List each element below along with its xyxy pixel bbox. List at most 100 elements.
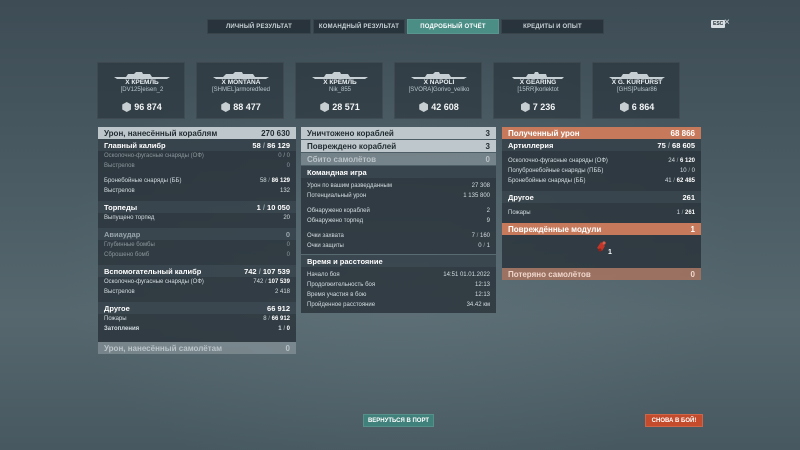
secondary-he-row: Осколочно-фугасные снаряды (ОФ) 742 / 10… xyxy=(98,277,296,287)
damaged-modules-value: 1 xyxy=(690,224,695,234)
ship-name: X G. KURFÜRST xyxy=(611,79,663,86)
secondary-damage: 107 539 xyxy=(262,266,290,276)
player-name: [SVORA]Gorivo_veliko xyxy=(408,87,470,93)
recv-other-row: Другое 261 xyxy=(502,191,701,203)
rank-medal-icon xyxy=(419,102,429,112)
secondary-battery-row: Вспомогательный калибр 742 / 107 539 xyxy=(98,265,296,277)
artillery-label: Артиллерия xyxy=(508,140,554,150)
ships-damaged-label: Повреждено кораблей xyxy=(307,141,397,151)
battle-duration-value: 12:13 xyxy=(474,282,490,288)
ship-damage: 28 571 xyxy=(332,102,360,112)
player-name: [15RR]korlektot xyxy=(517,87,559,93)
main-ap-hits: 58 xyxy=(259,178,267,184)
damage-dealt-panel: Урон, нанесённый кораблям 270 630 Главны… xyxy=(98,127,296,354)
planes-lost-value: 0 xyxy=(690,269,695,279)
damage-received-header: Полученный урон 68 866 xyxy=(502,127,701,139)
recv-sap-hits: 10 xyxy=(679,168,687,174)
rank-medal-icon xyxy=(221,102,231,112)
depth-charges-row: Глубинные бомбы 0 xyxy=(98,240,296,250)
torpedo-row: Торпеды 1 / 10 050 xyxy=(98,201,296,213)
results-tabs: ЛИЧНЫЙ РЕЗУЛЬТАТ КОМАНДНЫЙ РЕЗУЛЬТАТ ПОД… xyxy=(207,19,604,34)
time-distance-header: Время и расстояние xyxy=(301,255,496,267)
planes-shot-value: 0 xyxy=(485,154,490,164)
main-battery-hits: 58 xyxy=(252,140,261,150)
capture-points-a: 7 xyxy=(471,233,475,239)
ships-damaged-header: Повреждено кораблей 3 xyxy=(301,140,496,152)
recv-fires-label: Пожары xyxy=(508,210,531,216)
tab-personal-result[interactable]: ЛИЧНЫЙ РЕЗУЛЬТАТ xyxy=(207,19,311,34)
damage-dealt-label: Урон, нанесённый кораблям xyxy=(104,128,218,138)
rank-medal-icon xyxy=(520,102,530,112)
flooding-icon xyxy=(597,241,606,252)
rank-medal-icon xyxy=(122,102,132,112)
main-ap-shots-label: Выстрелов xyxy=(104,188,135,194)
torpedo-launched-label: Выпущено торпед xyxy=(104,215,155,221)
main-ap-label: Бронебойные снаряды (ББ) xyxy=(104,178,182,184)
spotting-damage-value: 27 308 xyxy=(471,183,490,189)
ship-card[interactable]: X NAPOLI [SVORA]Gorivo_veliko 42 608 xyxy=(394,62,482,119)
secondary-he-damage: 107 539 xyxy=(268,279,290,285)
artillery-hits: 75 xyxy=(657,140,666,150)
ship-name: X GEARING xyxy=(519,79,557,86)
return-to-port-button[interactable]: ВЕРНУТЬСЯ В ПОРТ xyxy=(363,414,434,427)
close-icon[interactable]: × xyxy=(724,17,730,28)
potential-damage-row: Потенциальный урон 1 135 800 xyxy=(301,191,496,201)
depth-charges-value: 0 xyxy=(286,242,290,248)
bombs-dropped-label: Сброшено бомб xyxy=(104,252,150,258)
bombs-dropped-row: Сброшено бомб 0 xyxy=(98,250,296,260)
battle-again-button[interactable]: СНОВА В БОЙ! xyxy=(645,414,703,427)
ships-destroyed-header: Уничтожено кораблей 3 xyxy=(301,127,496,139)
tab-credits-xp[interactable]: КРЕДИТЫ И ОПЫТ xyxy=(501,19,604,34)
tab-detailed-report[interactable]: ПОДРОБНЫЙ ОТЧЁТ xyxy=(407,19,499,34)
secondary-shots-label: Выстрелов xyxy=(104,289,135,295)
secondary-he-hits: 742 xyxy=(253,279,264,285)
flooding-row: Затопления 1 / 0 xyxy=(98,324,296,334)
flooding-damage: 0 xyxy=(286,326,290,332)
main-he-damage: 0 xyxy=(286,153,290,159)
ship-card[interactable]: X MONTANA [SHMEL]armoredfeed 88 477 xyxy=(196,62,284,119)
ships-spotted-value: 2 xyxy=(486,208,490,214)
battle-start-row: Начало боя 14:51 01.01.2022 xyxy=(301,270,496,280)
other-label: Другое xyxy=(104,303,130,313)
secondary-he-label: Осколочно-фугасные снаряды (ОФ) xyxy=(104,279,204,285)
main-he-shots: 0 xyxy=(286,163,290,169)
recv-he-row: Осколочно-фугасные снаряды (ОФ) 24 / 6 1… xyxy=(502,156,701,166)
ship-card[interactable]: X КРЕМЛЬ [DV125]eisen_2 96 874 xyxy=(97,62,185,119)
ship-card[interactable]: X G. KURFÜRST [GHS]Pulsar86 6 864 xyxy=(592,62,680,119)
ships-spotted-row: Обнаружено кораблей 2 xyxy=(301,206,496,216)
damage-dealt-header: Урон, нанесённый кораблям 270 630 xyxy=(98,127,296,139)
main-he-shots-row: Выстрелов 0 xyxy=(98,161,296,171)
capture-points-row: Очки захвата 7 / 160 xyxy=(301,231,496,241)
tab-team-result[interactable]: КОМАНДНЫЙ РЕЗУЛЬТАТ xyxy=(313,19,405,34)
ship-damage: 42 608 xyxy=(431,102,459,112)
aircraft-damage-label: Урон, нанесённый самолётам xyxy=(104,343,223,353)
player-name: [GHS]Pulsar86 xyxy=(616,87,658,93)
main-battery-damage: 86 129 xyxy=(267,140,290,150)
ship-silhouette-icon xyxy=(609,72,665,79)
airstrike-label: Авиаудар xyxy=(104,229,141,239)
recv-ap-row: Бронебойные снаряды (ББ) 41 / 62 485 xyxy=(502,176,701,186)
player-name: Nik_855 xyxy=(328,87,351,93)
torpedo-launched: 20 xyxy=(283,215,290,221)
torpedo-hits: 1 xyxy=(256,202,261,212)
rank-medal-icon xyxy=(619,102,629,112)
ship-card[interactable]: X GEARING [15RR]korlektot 7 236 xyxy=(493,62,581,119)
defense-points-label: Очки защиты xyxy=(307,243,344,249)
battle-start-label: Начало боя xyxy=(307,272,340,278)
artillery-row: Артиллерия 75 / 68 605 xyxy=(502,139,701,151)
defense-points-b: 1 xyxy=(486,243,490,249)
main-ap-damage: 86 129 xyxy=(271,178,290,184)
recv-he-hits: 24 xyxy=(668,158,675,164)
ship-damage: 88 477 xyxy=(233,102,261,112)
planes-shot-label: Сбито самолётов xyxy=(307,154,377,164)
secondary-hits: 742 xyxy=(244,266,257,276)
ship-card[interactable]: X КРЕМЛЬ Nik_855 28 571 xyxy=(295,62,383,119)
distance-label: Пройденное расстояние xyxy=(307,302,376,308)
ship-name: X КРЕМЛЬ xyxy=(323,79,357,86)
torpedo-label: Торпеды xyxy=(104,202,138,212)
ship-damage: 96 874 xyxy=(134,102,162,112)
participation-time-row: Время участия в бою 12:13 xyxy=(301,290,496,300)
torpedoes-spotted-row: Обнаружено торпед 9 xyxy=(301,216,496,226)
damaged-modules-area: 1 xyxy=(502,235,701,265)
capture-points-b: 160 xyxy=(479,233,490,239)
